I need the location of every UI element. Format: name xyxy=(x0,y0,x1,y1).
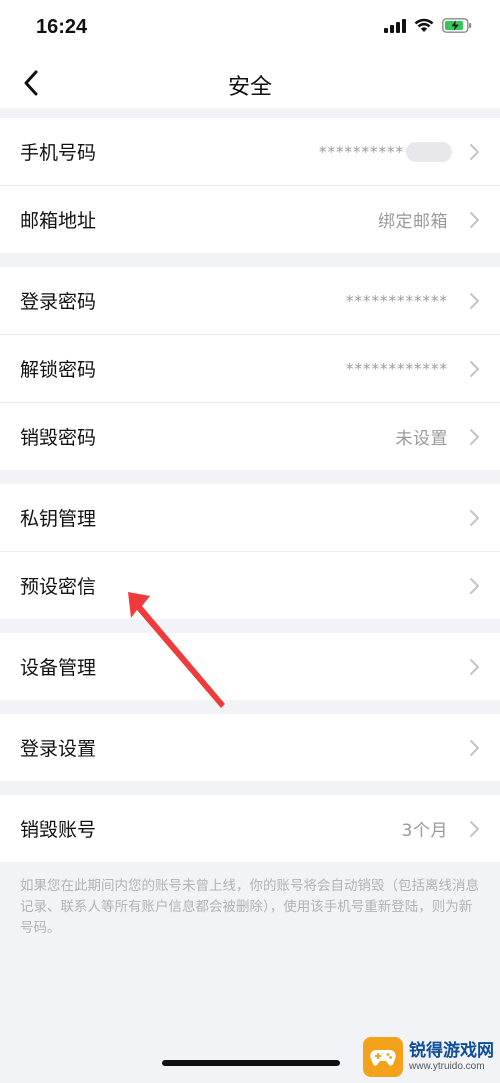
row-label: 登录设置 xyxy=(20,738,97,760)
row-destroy-account[interactable]: 销毁账号 3个月 xyxy=(0,795,500,862)
signal-icon xyxy=(384,18,406,33)
chevron-right-icon xyxy=(470,211,479,228)
phone-value: ********** xyxy=(319,142,404,161)
wifi-icon xyxy=(414,18,434,32)
status-time: 16:24 xyxy=(36,16,88,38)
row-phone-number[interactable]: 手机号码 ********** xyxy=(0,118,500,186)
redacted-blur xyxy=(406,141,452,162)
group-destroy-account: 销毁账号 3个月 xyxy=(0,795,500,862)
watermark-title: 锐得游戏网 xyxy=(409,1041,494,1062)
row-label: 预设密信 xyxy=(20,576,97,598)
row-email-address[interactable]: 邮箱地址 绑定邮箱 xyxy=(0,186,500,253)
row-label: 邮箱地址 xyxy=(20,210,97,232)
chevron-right-icon xyxy=(470,509,479,526)
chevron-right-icon xyxy=(470,143,479,160)
group-passwords: 登录密码 ************ 解锁密码 ************ 销毁密码… xyxy=(0,267,500,470)
group-account: 手机号码 ********** 邮箱地址 绑定邮箱 xyxy=(0,118,500,253)
battery-charging-icon xyxy=(442,18,472,33)
chevron-right-icon xyxy=(470,428,479,445)
row-label: 解锁密码 xyxy=(20,359,97,381)
row-preset-secret-message[interactable]: 预设密信 xyxy=(0,552,500,619)
gamepad-logo-icon xyxy=(363,1037,403,1077)
row-label: 手机号码 xyxy=(20,142,97,164)
home-indicator xyxy=(162,1060,340,1066)
row-private-key-management[interactable]: 私钥管理 xyxy=(0,484,500,552)
group-keys: 私钥管理 预设密信 xyxy=(0,484,500,619)
row-login-settings[interactable]: 登录设置 xyxy=(0,714,500,781)
row-label: 登录密码 xyxy=(20,291,97,313)
settings-list: 手机号码 ********** 邮箱地址 绑定邮箱 登录密码 *********… xyxy=(0,118,500,939)
email-value: 绑定邮箱 xyxy=(378,212,448,232)
chevron-right-icon xyxy=(470,577,479,594)
group-devices: 设备管理 xyxy=(0,633,500,700)
row-label: 销毁账号 xyxy=(20,819,97,841)
destroy-password-value: 未设置 xyxy=(395,429,448,449)
chevron-right-icon xyxy=(470,292,479,309)
row-device-management[interactable]: 设备管理 xyxy=(0,633,500,700)
status-icons xyxy=(384,18,472,33)
row-label: 设备管理 xyxy=(20,657,97,679)
login-password-value: ************ xyxy=(346,291,448,310)
watermark: 锐得游戏网 www.ytruido.com xyxy=(363,1037,494,1077)
row-label: 销毁密码 xyxy=(20,427,97,449)
nav-bar: 安全 xyxy=(0,58,500,108)
watermark-url: www.ytruido.com xyxy=(409,1060,485,1072)
row-unlock-password[interactable]: 解锁密码 ************ xyxy=(0,335,500,403)
row-label: 私钥管理 xyxy=(20,508,97,530)
row-login-password[interactable]: 登录密码 ************ xyxy=(0,267,500,335)
watermark-text: 锐得游戏网 www.ytruido.com xyxy=(409,1042,494,1072)
page-title: 安全 xyxy=(227,75,272,100)
chevron-right-icon xyxy=(470,658,479,675)
destroy-account-value: 3个月 xyxy=(401,821,448,841)
row-destroy-password[interactable]: 销毁密码 未设置 xyxy=(0,403,500,470)
destroy-account-footnote: 如果您在此期间内您的账号未曾上线，你的账号将会自动销毁（包括离线消息记录、联系人… xyxy=(20,878,479,936)
chevron-right-icon xyxy=(470,739,479,756)
status-bar: 16:24 xyxy=(0,0,500,58)
unlock-password-value: ************ xyxy=(346,359,448,378)
group-login: 登录设置 xyxy=(0,714,500,781)
chevron-right-icon xyxy=(470,360,479,377)
chevron-right-icon xyxy=(470,820,479,837)
